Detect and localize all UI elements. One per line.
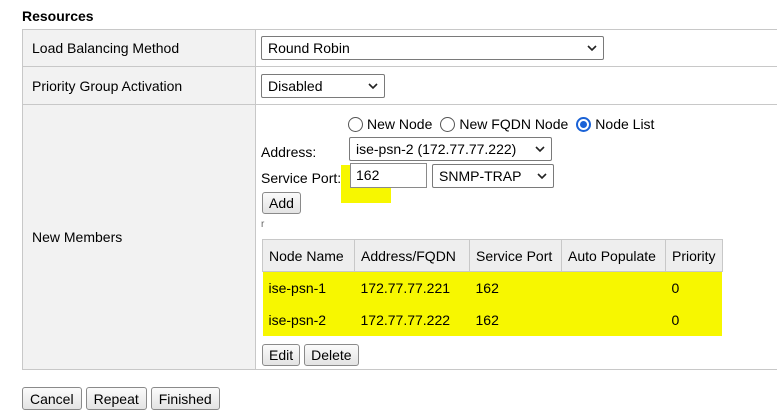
cell-auto-populate: [562, 272, 666, 304]
chevron-down-icon: [587, 43, 597, 53]
chevron-down-icon: [537, 171, 547, 181]
new-members-label: New Members: [22, 104, 256, 370]
address-label: Address:: [261, 144, 317, 160]
footer-actions: Cancel Repeat Finished: [22, 387, 220, 410]
service-value: SNMP-TRAP: [439, 168, 522, 184]
radio-node-list[interactable]: [576, 116, 592, 132]
col-node-name[interactable]: Node Name: [262, 239, 355, 272]
service-port-input[interactable]: 162: [350, 163, 427, 188]
radio-new-node[interactable]: [348, 116, 363, 132]
cancel-button[interactable]: Cancel: [22, 387, 82, 410]
cell-priority: 0: [671, 311, 680, 328]
cell-node-name: ise-psn-1: [268, 279, 327, 296]
radio-new-node-label: New Node: [367, 116, 433, 132]
pga-value: Disabled: [268, 77, 323, 94]
new-members-panel: New Node New FQDN Node Node List Address…: [256, 105, 777, 369]
section-title: Resources: [22, 8, 94, 24]
tick-mark: r: [261, 219, 265, 230]
pga-select[interactable]: Disabled: [261, 73, 385, 98]
radio-new-fqdn-node-label: New FQDN Node: [459, 116, 569, 132]
lb-method-label: Load Balancing Method: [22, 29, 256, 67]
col-priority[interactable]: Priority: [665, 239, 723, 272]
member-actions: Edit Delete: [262, 344, 359, 366]
lb-method-value: Round Robin: [268, 40, 350, 56]
lb-method-select[interactable]: Round Robin: [261, 36, 604, 60]
table-row[interactable]: ise-psn-1 172.77.77.221 162 0: [262, 271, 723, 304]
col-address-fqdn[interactable]: Address/FQDN: [354, 239, 470, 272]
address-value: ise-psn-2 (172.77.77.222): [356, 141, 517, 157]
table-row[interactable]: ise-psn-2 172.77.77.222 162 0: [262, 303, 723, 336]
chevron-down-icon: [535, 144, 545, 154]
service-select[interactable]: SNMP-TRAP: [432, 164, 554, 188]
resources-table: Load Balancing Method Round Robin Priori…: [22, 29, 777, 370]
cell-auto-populate: [562, 304, 666, 336]
cell-address: 172.77.77.221: [360, 279, 451, 296]
cell-priority: 0: [671, 279, 680, 296]
cell-node-name: ise-psn-2: [268, 311, 327, 328]
address-select[interactable]: ise-psn-2 (172.77.77.222): [349, 137, 552, 161]
repeat-button[interactable]: Repeat: [85, 387, 147, 410]
delete-button[interactable]: Delete: [304, 344, 359, 366]
cell-address: 172.77.77.222: [360, 311, 451, 328]
pga-label: Priority Group Activation: [22, 66, 256, 105]
add-button[interactable]: Add: [262, 192, 301, 214]
col-auto-populate[interactable]: Auto Populate: [561, 239, 666, 272]
node-type-radio-group: New Node New FQDN Node Node List: [348, 116, 658, 132]
service-port-label: Service Port:: [261, 170, 342, 186]
chevron-down-icon: [368, 81, 378, 91]
radio-node-list-label: Node List: [595, 116, 655, 132]
finished-button[interactable]: Finished: [150, 387, 220, 410]
cell-service-port: 162: [475, 279, 499, 296]
radio-new-fqdn-node[interactable]: [440, 116, 456, 132]
cell-service-port: 162: [475, 311, 499, 328]
col-service-port[interactable]: Service Port: [469, 239, 562, 272]
edit-button[interactable]: Edit: [262, 344, 301, 366]
members-table: Node Name Address/FQDN Service Port Auto…: [262, 239, 723, 336]
